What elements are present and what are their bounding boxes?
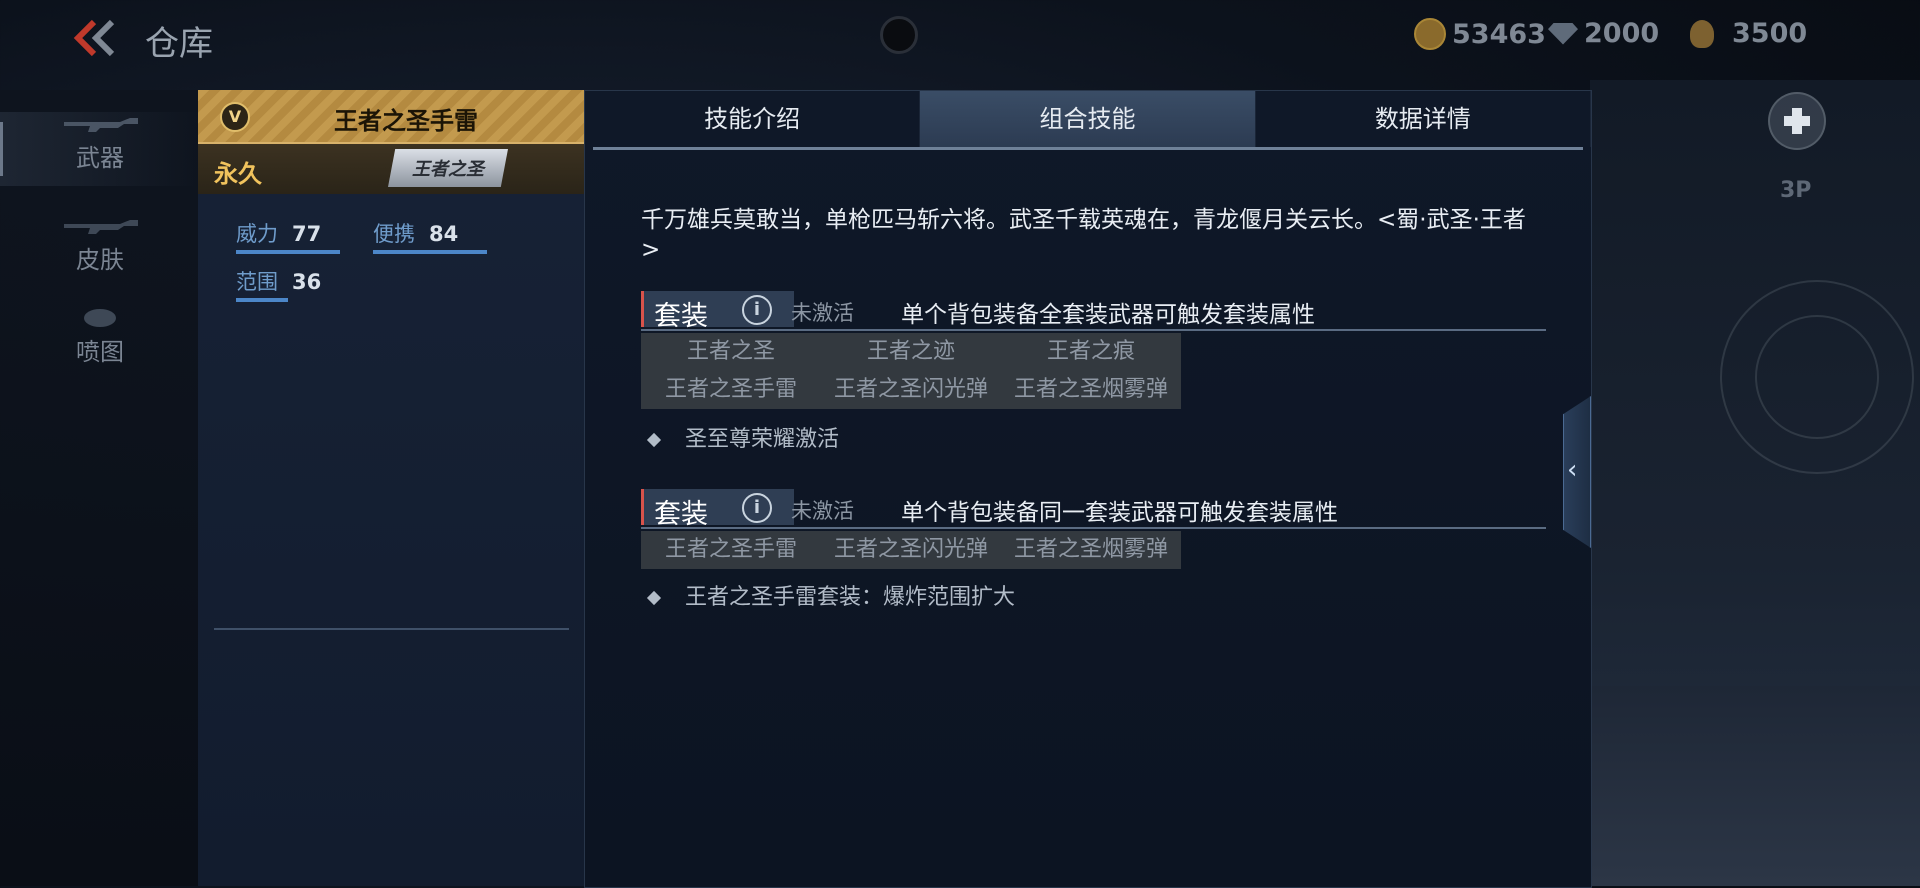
bullet-diamond-icon	[646, 590, 662, 606]
spray-icon	[84, 309, 116, 327]
set-piece: 王者之迹	[866, 339, 955, 364]
set-piece: 王者之圣闪光弹	[833, 377, 988, 402]
set-bonus: 王者之圣手雷套装：爆炸范围扩大	[641, 579, 1015, 611]
medal-amount: 3500	[1732, 18, 1808, 49]
set-piece: 王者之圣闪光弹	[833, 537, 988, 562]
set-piece: 王者之圣烟雾弹	[1013, 377, 1168, 402]
view-mode-toggle[interactable]: 3P	[1780, 178, 1811, 203]
background-left	[0, 90, 200, 886]
category-label: 武器	[76, 144, 124, 172]
set-label: 套装	[654, 301, 708, 332]
set-bonus-text: 王者之圣手雷套装：爆炸范围扩大	[685, 585, 1016, 610]
gold-coin-icon	[1414, 18, 1446, 50]
stat-value: 84	[429, 222, 459, 246]
category-label: 喷图	[76, 338, 124, 366]
item-header: V 王者之圣手雷	[198, 90, 584, 144]
set-bonus: 圣至尊荣耀激活	[641, 421, 839, 453]
set-tag: 套装 i	[641, 489, 794, 530]
medal-icon	[1690, 19, 1714, 48]
set-piece: 王者之圣手雷	[664, 537, 797, 562]
page-title: 仓库	[145, 24, 213, 64]
set-tag: 套装 i	[641, 291, 794, 332]
info-icon[interactable]: i	[742, 493, 772, 523]
item-subheader: 永久 王者之圣	[198, 144, 584, 194]
set-piece: 王者之圣	[686, 339, 775, 364]
tab-skill-intro[interactable]: 技能介绍	[585, 91, 921, 147]
stat-label: 威力	[236, 222, 278, 246]
category-tab-skins[interactable]: 皮肤	[0, 214, 200, 284]
background-shooting-range	[1590, 80, 1920, 886]
gamepad-button[interactable]	[1768, 92, 1826, 150]
set-status: 未激活	[791, 499, 854, 523]
set-description: 单个背包装备同一套装武器可触发套装属性	[901, 500, 1338, 526]
set-piece: 王者之痕	[1046, 339, 1135, 364]
series-logo-text: 王者之圣	[412, 159, 484, 180]
set-header: 套装 i 未激活 单个背包装备同一套装武器可触发套装属性	[641, 489, 1546, 530]
panel-divider	[214, 628, 569, 630]
stat-range: 范围 36	[236, 266, 322, 302]
stat-label: 便携	[373, 222, 415, 246]
rifle-skin-icon	[64, 220, 138, 234]
tab-combo-skill[interactable]: 组合技能	[920, 91, 1256, 147]
series-logo: 王者之圣	[388, 149, 508, 187]
gold-amount: 53463	[1452, 18, 1546, 50]
detail-tabbar: 技能介绍 组合技能 数据详情	[585, 91, 1591, 147]
set-header: 套装 i 未激活 单个背包装备全套装武器可触发套装属性	[641, 291, 1546, 332]
diamond-amount: 2000	[1584, 18, 1660, 49]
medal-currency: 3500	[1690, 18, 1807, 49]
item-lore-text: 千万雄兵莫敢当，单枪匹马斩六将。武圣千载英魂在，青龙偃月关云长。<蜀·武圣·王者…	[641, 207, 1526, 263]
collapse-side-button[interactable]: ‹	[1563, 396, 1591, 548]
chevron-left-icon: ‹	[1567, 455, 1578, 485]
diamond-currency: 2000	[1548, 18, 1659, 49]
stat-bar	[373, 250, 487, 254]
set-divider	[641, 527, 1546, 529]
set-bonus-block: 套装 i 未激活 单个背包装备全套装武器可触发套装属性 王者之圣 王者之迹 王者…	[641, 291, 1546, 452]
tab-data-details[interactable]: 数据详情	[1255, 91, 1591, 147]
diamond-icon	[1548, 22, 1578, 45]
set-bonus-block: 套装 i 未激活 单个背包装备同一套装武器可触发套装属性 王者之圣手雷 王者之圣…	[641, 489, 1546, 610]
top-bar: 仓库 53463 2000 3500	[0, 0, 1920, 78]
set-pieces: 王者之圣 王者之迹 王者之痕 王者之圣手雷 王者之圣闪光弹 王者之圣烟雾弹	[641, 333, 1181, 409]
stat-value: 77	[292, 222, 322, 246]
set-bonus-text: 圣至尊荣耀激活	[685, 427, 840, 452]
item-duration: 永久	[214, 160, 262, 188]
set-piece: 王者之圣手雷	[664, 377, 797, 402]
category-tab-weapons[interactable]: 武器	[0, 112, 200, 186]
category-label: 皮肤	[76, 246, 124, 274]
stat-label: 范围	[236, 270, 278, 294]
set-pieces: 王者之圣手雷 王者之圣闪光弹 王者之圣烟雾弹	[641, 531, 1181, 569]
active-indicator	[0, 122, 3, 176]
range-floor	[1590, 686, 1920, 886]
stat-portability: 便携 84	[373, 218, 487, 254]
set-status: 未激活	[791, 301, 854, 325]
rifle-icon	[64, 118, 138, 132]
item-name: 王者之圣手雷	[334, 107, 478, 135]
target-ring	[1755, 315, 1879, 439]
category-tab-sprays[interactable]: 喷图	[0, 306, 200, 376]
stat-power: 威力 77	[236, 218, 340, 254]
item-info-panel: V 王者之圣手雷 永久 王者之圣 威力 77 便携 84 范围 36	[198, 90, 584, 886]
set-description: 单个背包装备全套装武器可触发套装属性	[901, 302, 1315, 328]
back-chevron-icon[interactable]	[72, 18, 120, 58]
set-piece: 王者之圣烟雾弹	[1013, 537, 1168, 562]
stat-bar	[236, 298, 288, 302]
set-divider	[641, 329, 1546, 331]
gold-currency: 53463	[1414, 18, 1546, 50]
detail-panel: 技能介绍 组合技能 数据详情 千万雄兵莫敢当，单枪匹马斩六将。武圣千载英魂在，青…	[584, 90, 1592, 888]
stat-value: 36	[292, 270, 322, 294]
stat-bar	[236, 250, 340, 254]
info-icon[interactable]: i	[742, 295, 772, 325]
set-label: 套装	[654, 499, 708, 530]
camera-notch	[880, 16, 918, 54]
gamepad-icon	[1784, 108, 1810, 134]
tab-underline	[593, 147, 1583, 150]
bullet-diamond-icon	[646, 432, 662, 448]
